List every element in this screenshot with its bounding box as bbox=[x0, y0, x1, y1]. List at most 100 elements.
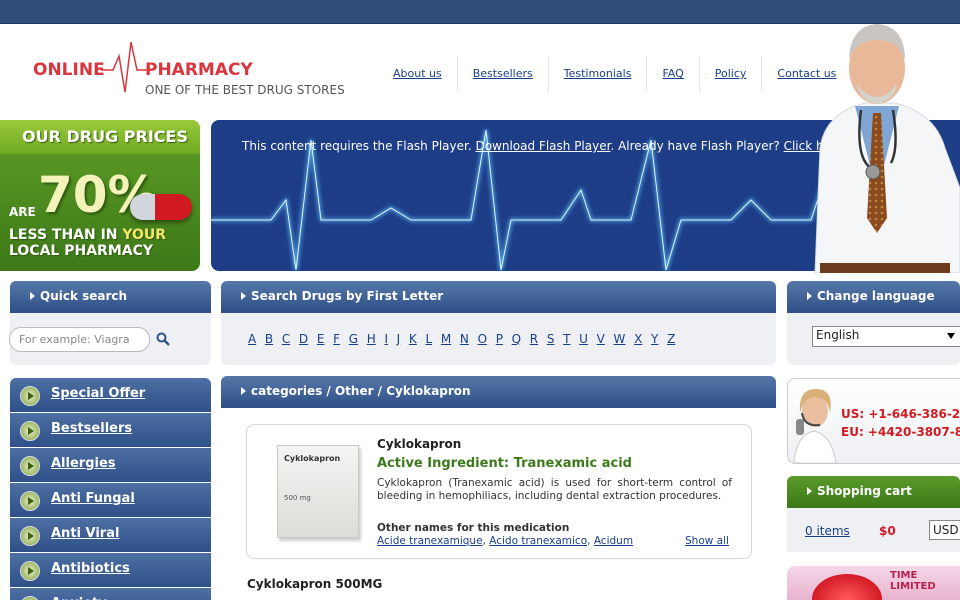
active-ingredient: Active Ingredient: Tranexamic acid bbox=[377, 456, 632, 471]
letter-link-p[interactable]: P bbox=[496, 332, 503, 346]
category-label: Anti Viral bbox=[51, 526, 120, 541]
letter-link-e[interactable]: E bbox=[317, 332, 325, 346]
letter-link-a[interactable]: A bbox=[248, 332, 256, 346]
quick-search-input[interactable]: For example: Viagra bbox=[9, 327, 150, 352]
logo-tagline: ONE OF THE BEST DRUG STORES bbox=[145, 83, 345, 97]
product-image-label: Cyklokapron bbox=[284, 454, 341, 463]
letter-search-header: Search Drugs by First Letter bbox=[221, 281, 776, 313]
nav-faq[interactable]: FAQ bbox=[647, 56, 700, 92]
doctor-photo bbox=[814, 24, 960, 273]
flash-message: This content requires the Flash Player. … bbox=[242, 139, 847, 153]
letter-link-d[interactable]: D bbox=[299, 332, 308, 346]
letter-link-h[interactable]: H bbox=[367, 332, 376, 346]
nav-policy[interactable]: Policy bbox=[700, 56, 763, 92]
category-item-bestsellers[interactable]: Bestsellers bbox=[10, 413, 211, 448]
category-label: Anti Fungal bbox=[51, 491, 135, 506]
promo-line-1-text: LESS THAN IN bbox=[9, 227, 123, 243]
letter-link-n[interactable]: N bbox=[460, 332, 469, 346]
letter-list: ABCDEFGHIJKLMNOPQRSTUVWXYZ bbox=[248, 332, 684, 346]
category-item-anti-viral[interactable]: Anti Viral bbox=[10, 518, 211, 553]
letter-link-f[interactable]: F bbox=[333, 332, 340, 346]
category-label: Special Offer bbox=[51, 386, 146, 401]
breadcrumb: categories / Other / Cyklokapron bbox=[221, 376, 776, 408]
letter-link-g[interactable]: G bbox=[349, 332, 358, 346]
category-label: Antibiotics bbox=[51, 561, 130, 576]
promo-line-2: LOCAL PHARMACY bbox=[9, 243, 153, 259]
cart-items-link[interactable]: 0 items bbox=[805, 524, 850, 538]
currency-select[interactable]: USD bbox=[929, 520, 960, 540]
offer-graphic bbox=[812, 574, 882, 600]
letter-link-c[interactable]: C bbox=[282, 332, 290, 346]
letter-link-r[interactable]: R bbox=[530, 332, 538, 346]
letter-link-q[interactable]: Q bbox=[512, 332, 521, 346]
arrow-bullet-icon bbox=[20, 421, 40, 441]
category-item-special-offer[interactable]: Special Offer bbox=[10, 378, 211, 413]
flash-text-1: This content requires the Flash Player. bbox=[242, 139, 476, 153]
other-names-label: Other names for this medication bbox=[377, 522, 570, 534]
other-name-link[interactable]: Acidum bbox=[594, 535, 633, 547]
letter-link-i[interactable]: I bbox=[384, 332, 388, 346]
letter-link-l[interactable]: L bbox=[425, 332, 432, 346]
letter-link-v[interactable]: V bbox=[597, 332, 605, 346]
letter-link-o[interactable]: O bbox=[478, 332, 487, 346]
letter-link-m[interactable]: M bbox=[441, 332, 451, 346]
category-label: Anxiety bbox=[51, 596, 107, 600]
product-name: Cyklokapron bbox=[377, 437, 462, 451]
letter-link-u[interactable]: U bbox=[579, 332, 588, 346]
promo-are: ARE bbox=[9, 205, 36, 219]
product-image-dose: 500 mg bbox=[284, 494, 311, 502]
other-name-link[interactable]: Acido tranexamico bbox=[489, 535, 587, 547]
category-label: Bestsellers bbox=[51, 421, 133, 436]
letter-link-j[interactable]: J bbox=[397, 332, 401, 346]
category-item-anxiety[interactable]: Anxiety bbox=[10, 588, 211, 600]
support-agent-photo bbox=[793, 389, 837, 463]
other-names-list: Acide tranexamique, Acido tranexamico, A… bbox=[377, 535, 634, 547]
download-flash-link[interactable]: Download Flash Player bbox=[475, 139, 610, 153]
category-item-anti-fungal[interactable]: Anti Fungal bbox=[10, 483, 211, 518]
category-item-allergies[interactable]: Allergies bbox=[10, 448, 211, 483]
letter-link-t[interactable]: T bbox=[563, 332, 570, 346]
nav-bestsellers[interactable]: Bestsellers bbox=[458, 56, 549, 92]
show-all-link[interactable]: Show all bbox=[685, 535, 729, 547]
promo-line-1: LESS THAN IN YOUR bbox=[9, 227, 166, 243]
letter-link-z[interactable]: Z bbox=[667, 332, 675, 346]
price-promo-banner[interactable]: OUR DRUG PRICES 70% ARE LESS THAN IN YOU… bbox=[0, 120, 200, 271]
category-menu: Special Offer Bestsellers Allergies Anti Fu… bbox=[10, 378, 211, 600]
chevron-down-icon bbox=[947, 333, 955, 339]
language-header: Change language bbox=[787, 281, 960, 313]
category-label: Allergies bbox=[51, 456, 116, 471]
letter-link-b[interactable]: B bbox=[265, 332, 273, 346]
top-navigation: About us Bestsellers Testimonials FAQ Po… bbox=[378, 56, 851, 92]
us-phone: US: +1-646-386-20 bbox=[841, 407, 960, 421]
logo-word-pharmacy: PHARMACY bbox=[145, 60, 253, 80]
other-name-link[interactable]: Acide tranexamique bbox=[377, 535, 483, 547]
language-selected-value: English bbox=[816, 328, 860, 342]
arrow-bullet-icon bbox=[20, 386, 40, 406]
heartbeat-icon bbox=[101, 42, 151, 93]
arrow-bullet-icon bbox=[20, 456, 40, 476]
letter-link-k[interactable]: K bbox=[409, 332, 417, 346]
letter-link-y[interactable]: Y bbox=[651, 332, 658, 346]
letter-link-s[interactable]: S bbox=[547, 332, 555, 346]
nav-testimonials[interactable]: Testimonials bbox=[549, 56, 648, 92]
nav-about-us[interactable]: About us bbox=[378, 56, 458, 92]
cart-total: $0 bbox=[879, 524, 896, 538]
arrow-bullet-icon bbox=[20, 561, 40, 581]
dosage-heading: Cyklokapron 500MG bbox=[247, 577, 383, 591]
category-item-antibiotics[interactable]: Antibiotics bbox=[10, 553, 211, 588]
quick-search-header: Quick search bbox=[10, 281, 211, 313]
search-icon[interactable] bbox=[156, 332, 170, 346]
letter-link-x[interactable]: X bbox=[634, 332, 642, 346]
language-select[interactable]: English bbox=[812, 326, 960, 347]
promo-heading: OUR DRUG PRICES bbox=[0, 120, 200, 154]
time-limited-offer[interactable]: TIME LIMITED bbox=[787, 566, 960, 600]
product-description: Cyklokapron (Tranexamic acid) is used fo… bbox=[377, 477, 732, 502]
arrow-bullet-icon bbox=[20, 526, 40, 546]
product-card: Cyklokapron 500 mg Cyklokapron Active In… bbox=[246, 424, 752, 559]
promo-line-1-highlight: YOUR bbox=[122, 227, 167, 243]
site-logo[interactable]: ONLINE PHARMACY ONE OF THE BEST DRUG STO… bbox=[33, 42, 353, 100]
letter-link-w[interactable]: W bbox=[614, 332, 626, 346]
product-image[interactable]: Cyklokapron 500 mg bbox=[277, 445, 359, 538]
time-limited-label: TIME LIMITED bbox=[890, 570, 936, 592]
contact-phone-box: US: +1-646-386-20 EU: +4420-3807-88 bbox=[787, 378, 960, 464]
